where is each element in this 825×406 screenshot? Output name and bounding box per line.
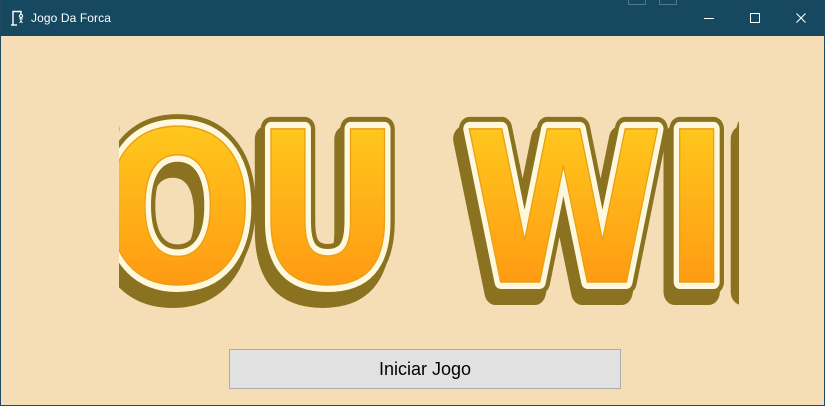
title-bar[interactable]: Jogo Da Forca bbox=[1, 0, 824, 36]
window-title: Jogo Da Forca bbox=[31, 11, 112, 25]
window-controls bbox=[686, 0, 824, 36]
you-win-banner: YOU WIN YOU WIN YOU WIN YOU WIN bbox=[119, 94, 739, 334]
gallows-app-icon bbox=[10, 10, 24, 26]
background-window-edge bbox=[613, 0, 693, 6]
start-game-button[interactable]: Iniciar Jogo bbox=[229, 349, 621, 389]
minimize-icon[interactable] bbox=[686, 0, 732, 36]
maximize-icon[interactable] bbox=[732, 0, 778, 36]
game-area: YOU WIN YOU WIN YOU WIN YOU WIN Iniciar … bbox=[1, 36, 824, 405]
banner-text: YOU WIN bbox=[119, 94, 739, 332]
close-icon[interactable] bbox=[778, 0, 824, 36]
app-window: Jogo Da Forca OU WI OU WI OU WI OU WI In… bbox=[0, 0, 825, 406]
